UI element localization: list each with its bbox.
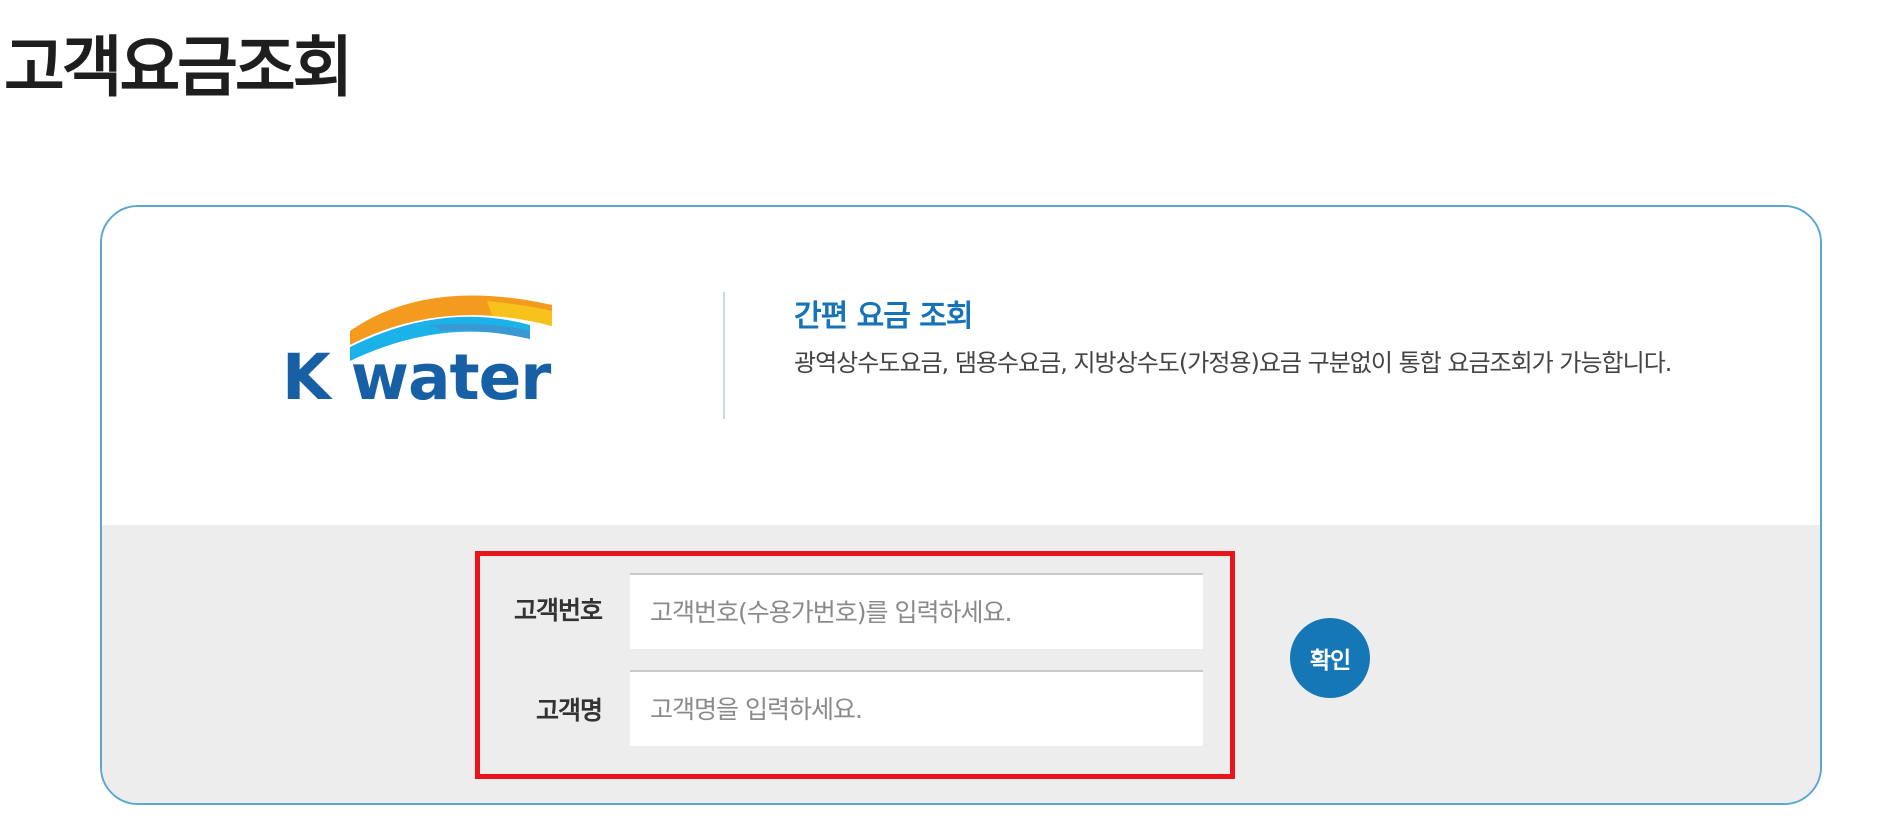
customer-name-label: 고객명 — [535, 696, 603, 725]
customer-number-input[interactable] — [630, 573, 1203, 649]
customer-name-input[interactable] — [630, 670, 1203, 746]
kwater-logo: K water — [282, 289, 552, 429]
card-header: K water 간편 요금 조회 광역상수도요금, 댐용수요금, 지방상수도(가… — [102, 207, 1820, 525]
customer-number-label: 고객번호 — [513, 596, 603, 625]
confirm-button[interactable]: 확인 — [1290, 618, 1370, 698]
quick-inquiry-description: 광역상수도요금, 댐용수요금, 지방상수도(가정용)요금 구분없이 통합 요금조… — [794, 349, 1672, 377]
fee-inquiry-card: K water 간편 요금 조회 광역상수도요금, 댐용수요금, 지방상수도(가… — [100, 205, 1822, 805]
inquiry-form: 고객번호 고객명 확인 — [102, 525, 1820, 803]
quick-inquiry-title: 간편 요금 조회 — [794, 299, 973, 334]
logo-wordmark: K water — [282, 341, 551, 414]
page-title: 고객요금조회 — [4, 29, 353, 106]
header-divider — [723, 292, 725, 419]
